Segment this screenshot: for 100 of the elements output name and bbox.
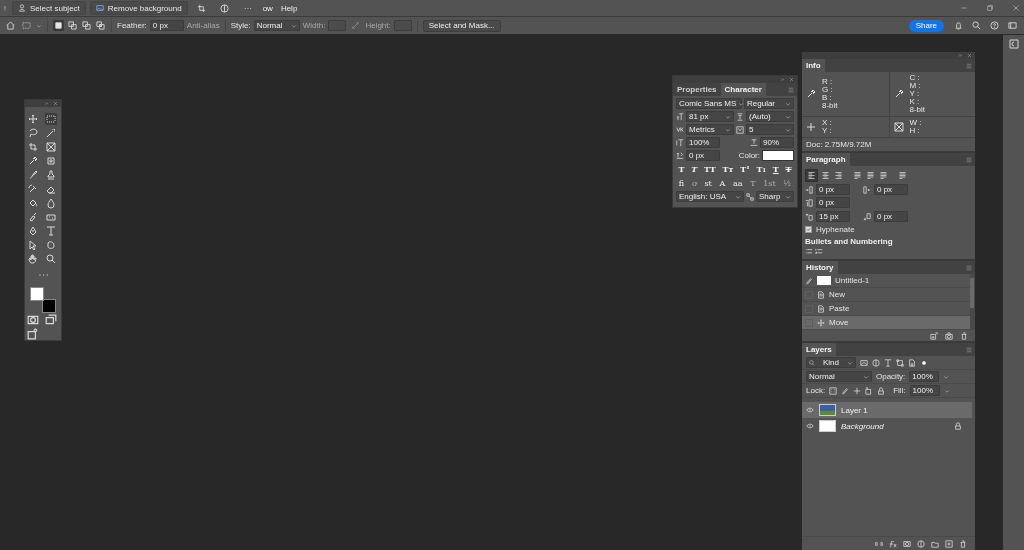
pointer-tool-icon[interactable] — [27, 239, 39, 251]
color-swatch[interactable] — [30, 287, 44, 301]
alignment-icon[interactable] — [878, 170, 889, 181]
move-tool-icon[interactable] — [27, 113, 39, 125]
color-swatch[interactable] — [762, 150, 794, 161]
help-icon[interactable] — [990, 21, 999, 30]
opacity-field[interactable]: 100% — [909, 371, 940, 382]
fx-icon[interactable] — [889, 539, 897, 548]
panel-tab[interactable]: Properties — [673, 83, 721, 96]
pen-tool-icon[interactable] — [27, 225, 39, 237]
alignment-icon[interactable] — [897, 170, 908, 181]
smart-object-filter-icon[interactable] — [908, 358, 916, 367]
lock-icon[interactable] — [877, 386, 886, 395]
type-style-button[interactable]: T — [677, 164, 686, 174]
alignment-icon[interactable] — [805, 169, 818, 182]
screen-mode-icon[interactable] — [45, 314, 57, 326]
font-family-dropdown[interactable]: Comic Sans MS — [676, 98, 742, 109]
task-button[interactable]: Select subject — [12, 1, 86, 15]
panel-tab[interactable]: Paragraph — [802, 153, 850, 166]
crop-tool-icon[interactable] — [27, 141, 39, 153]
color-swatch[interactable] — [42, 299, 56, 313]
shape-tool-icon[interactable] — [45, 239, 57, 251]
home-icon[interactable] — [6, 21, 15, 30]
close-icon[interactable] — [53, 101, 58, 106]
filter-dropdown[interactable]: Kind — [806, 357, 856, 368]
bucket-tool-icon[interactable] — [27, 197, 39, 209]
type-style-button[interactable]: Tт — [721, 164, 735, 174]
opentype-button[interactable]: A — [718, 178, 727, 188]
move-icon[interactable] — [853, 386, 862, 395]
filter-toggle-icon[interactable] — [920, 358, 928, 367]
mask-icon[interactable] — [903, 539, 911, 548]
fill-field[interactable]: 100% — [909, 385, 940, 396]
close-icon[interactable] — [967, 53, 972, 58]
horizontal-scale-field[interactable]: 90% — [760, 137, 794, 148]
select-and-mask-button[interactable]: Select and Mask... — [422, 19, 501, 32]
selection-mode-icon[interactable] — [53, 20, 64, 31]
marquee-icon[interactable] — [22, 21, 31, 30]
layer-row[interactable]: Layer 1 — [802, 402, 972, 418]
eye-icon[interactable] — [806, 406, 814, 414]
space-after-field[interactable]: 0 px — [874, 211, 908, 222]
opentype-button[interactable]: aa — [731, 178, 744, 188]
layer-row[interactable]: Background — [802, 418, 972, 434]
trash-icon[interactable] — [960, 331, 968, 340]
type-style-button[interactable]: T¹ — [739, 164, 751, 174]
style-dropdown[interactable]: Normal — [253, 20, 300, 31]
alignment-icon[interactable] — [820, 170, 831, 181]
selection-mode-icon[interactable] — [95, 20, 106, 31]
new-layer-icon[interactable] — [945, 539, 953, 548]
font-style-dropdown[interactable]: Regular — [744, 98, 794, 109]
close-icon[interactable] — [789, 77, 794, 82]
trash-icon[interactable] — [959, 539, 967, 548]
quick-mask-icon[interactable] — [27, 314, 39, 326]
folder-icon[interactable] — [931, 539, 939, 548]
selection-mode-icon[interactable] — [81, 20, 92, 31]
panel-tab[interactable]: Layers — [802, 343, 836, 356]
baseline-shift-field[interactable]: 0 px — [686, 150, 720, 161]
eye-icon[interactable] — [806, 422, 814, 430]
lasso-tool-icon[interactable] — [27, 127, 39, 139]
drop-tool-icon[interactable] — [45, 197, 57, 209]
panel-tab[interactable]: History — [802, 261, 838, 274]
panel-tab[interactable]: Info — [802, 59, 825, 72]
marquee-tool-icon[interactable] — [45, 113, 57, 125]
search-icon[interactable] — [972, 21, 981, 30]
selection-mode-icon[interactable] — [67, 20, 78, 31]
blend-mode-dropdown[interactable]: Normal — [806, 371, 872, 382]
shape-filter-icon[interactable] — [896, 358, 904, 367]
caret-icon[interactable] — [36, 22, 42, 29]
numbered-list-icon[interactable] — [815, 248, 823, 256]
workspace-icon[interactable] — [1008, 21, 1017, 30]
tracking-dropdown[interactable]: 5 — [746, 124, 794, 135]
alignment-icon[interactable] — [865, 170, 876, 181]
alignment-icon[interactable] — [852, 170, 863, 181]
type-style-button[interactable]: T — [784, 164, 793, 174]
adjustment-filter-icon[interactable] — [872, 358, 880, 367]
type-filter-icon[interactable] — [884, 358, 892, 367]
share-button[interactable]: Share — [908, 19, 944, 32]
opentype-button[interactable]: st — [703, 178, 713, 188]
indent-left-field[interactable]: 0 px — [816, 184, 850, 195]
first-line-indent-field[interactable]: 0 px — [816, 197, 850, 208]
lock-pixels-icon[interactable] — [829, 386, 838, 395]
language-dropdown[interactable]: English: USA — [676, 191, 744, 202]
crop-icon[interactable] — [196, 3, 206, 13]
hyphenate-checkbox[interactable] — [805, 226, 812, 233]
space-before-field[interactable]: 15 px — [816, 211, 850, 222]
type-style-button[interactable]: T₁ — [755, 164, 767, 174]
vertical-scale-field[interactable]: 100% — [686, 137, 720, 148]
indent-right-field[interactable]: 0 px — [874, 184, 908, 195]
leading-dropdown[interactable]: (Auto) — [746, 111, 794, 122]
menu-item[interactable]: Help — [278, 3, 300, 13]
eyedropper-tool-icon[interactable] — [27, 155, 39, 167]
zoom-tool-icon[interactable] — [45, 253, 57, 265]
type-style-button[interactable]: T — [690, 164, 699, 174]
smudge-tool-icon[interactable] — [27, 211, 39, 223]
panel-tab[interactable]: Character — [720, 83, 766, 96]
history-state[interactable]: New — [802, 288, 970, 302]
type-tool-icon[interactable] — [45, 225, 57, 237]
camera-icon[interactable] — [945, 331, 953, 340]
restore-icon[interactable] — [986, 4, 994, 12]
new-document-icon[interactable] — [930, 331, 938, 340]
menu-item[interactable]: ow — [260, 3, 275, 13]
